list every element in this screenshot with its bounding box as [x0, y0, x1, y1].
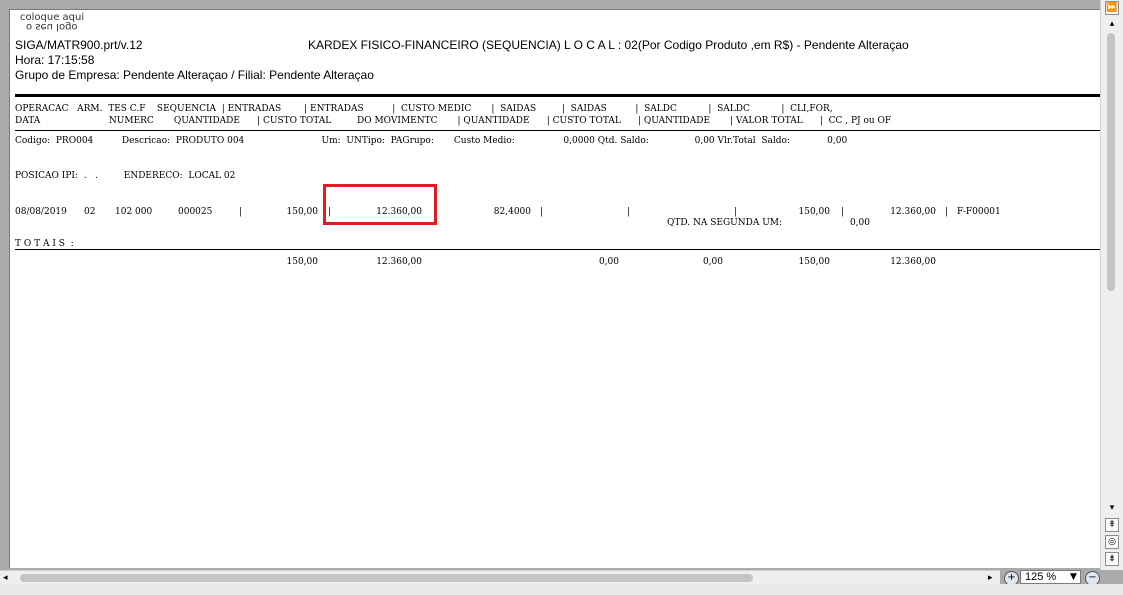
next-page-icon[interactable]: ⏩ — [1105, 1, 1119, 15]
totals-rule — [15, 249, 1101, 250]
status-bar — [0, 584, 1123, 595]
total-saldo-qtd: 150,00 — [798, 257, 831, 267]
total-saldo-valor: 12.360,00 — [890, 257, 936, 267]
cell-date: 08/08/2019 — [15, 207, 67, 217]
report-title: KARDEX FISICO-FINANCEIRO (SEQUENCIA) L O… — [308, 38, 909, 52]
cell-separator: | — [734, 207, 738, 217]
cell-cli-for: F-F00001 — [957, 207, 1001, 217]
cell-separator: | — [627, 207, 631, 217]
chevron-down-icon[interactable]: ▼ — [1067, 571, 1080, 583]
horizontal-scroll-thumb[interactable] — [20, 574, 753, 582]
highlight-box — [323, 184, 437, 225]
zoom-value: 125 % — [1025, 571, 1057, 583]
center-icon[interactable]: ◎ — [1105, 535, 1119, 549]
ipi-address-line: POSICAO IPI: . . ENDERECO: LOCAL 02 — [15, 171, 236, 181]
second-um-value: 0,00 — [849, 218, 870, 228]
program-name: SIGA/MATR900.prt/v.12 — [15, 38, 143, 52]
logo-text-bottom: o seu logo — [26, 21, 78, 32]
zoom-select[interactable]: 125 % ▼ — [1020, 570, 1081, 584]
cell-separator: | — [540, 207, 544, 217]
cell-arm: 02 — [84, 207, 96, 217]
header-rule-bottom — [15, 130, 1101, 131]
totals-label: T O T A I S : — [15, 239, 74, 249]
product-info-line: Codigo: PRO004 Descricao: PRODUTO 004 Um… — [15, 136, 848, 146]
cell-saldo-valor: 12.360,00 — [890, 207, 936, 217]
cell-separator: | — [239, 207, 243, 217]
vertical-scrollbar[interactable]: ⏩ ▴ ▾ ⇞ ◎ ⇟ — [1100, 0, 1123, 570]
scroll-down-arrow-icon[interactable]: ▾ — [1105, 502, 1119, 516]
scroll-up-arrow-icon[interactable]: ▴ — [1105, 18, 1119, 32]
scroll-left-arrow-icon[interactable]: ◂ — [3, 571, 8, 585]
total-entradas-custo: 12.360,00 — [376, 257, 422, 267]
logo-placeholder: coloque aqui o seu logo — [20, 13, 100, 33]
report-group: Grupo de Empresa: Pendente Alteraçao / F… — [15, 68, 374, 82]
cell-saldo-qtd: 150,00 — [798, 207, 831, 217]
cell-separator: | — [841, 207, 845, 217]
cell-entradas-qtd: 150,00 — [286, 207, 319, 217]
vertical-scroll-thumb[interactable] — [1107, 33, 1115, 291]
total-saidas-custo: 0,00 — [702, 257, 723, 267]
cell-tes-cf: 102 000 — [115, 207, 153, 217]
scroll-bottom-icon[interactable]: ⇟ — [1105, 552, 1119, 566]
total-saidas-qtd: 0,00 — [598, 257, 619, 267]
cell-sequence: 000025 — [178, 207, 213, 217]
report-time: Hora: 17:15:58 — [15, 53, 95, 67]
column-header-line1: OPERACAC ARM. TES C.F SEQUENCIA | ENTRAD… — [15, 104, 833, 114]
horizontal-scrollbar[interactable]: ◂ ▸ — [0, 570, 1000, 585]
header-rule-top — [15, 94, 1101, 97]
cell-separator: | — [945, 207, 949, 217]
column-header-line2: DATA NUMERC QUANTIDADE | CUSTO TOTAL DO … — [15, 116, 892, 126]
scroll-right-arrow-icon[interactable]: ▸ — [988, 571, 993, 585]
total-entradas-qtd: 150,00 — [286, 257, 319, 267]
report-page: coloque aqui o seu logo SIGA/MATR900.prt… — [9, 9, 1101, 568]
second-um-label: QTD. NA SEGUNDA UM: — [667, 218, 783, 228]
scroll-top-icon[interactable]: ⇞ — [1105, 518, 1119, 532]
cell-custo-medio: 82,4000 — [493, 207, 531, 217]
